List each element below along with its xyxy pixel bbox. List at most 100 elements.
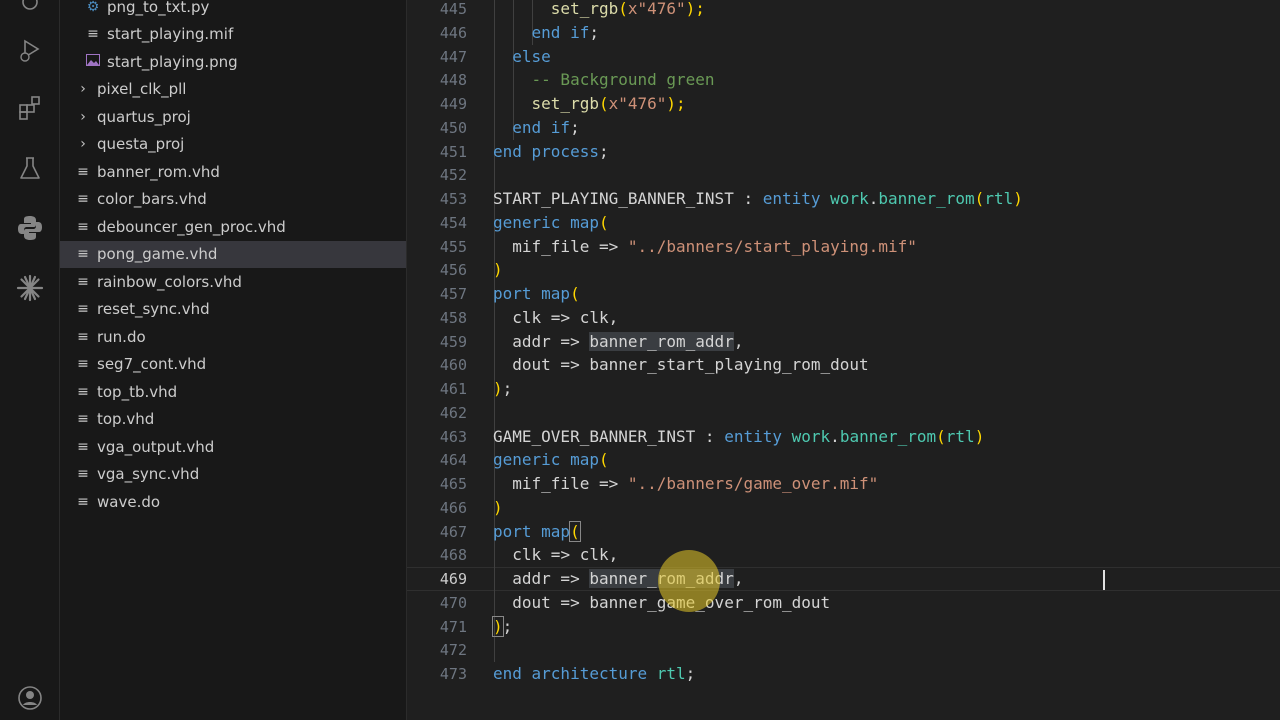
code-token: rtl: [945, 427, 975, 446]
line-number: 472: [439, 641, 467, 659]
explorer-item-start-playing-png[interactable]: start_playing.png: [60, 49, 406, 76]
testing-icon[interactable]: [0, 146, 60, 190]
code-line: generic map(: [493, 211, 609, 235]
code-comment: -- Background green: [493, 70, 715, 89]
python-icon[interactable]: [0, 206, 60, 250]
code-token: (: [974, 189, 985, 208]
code-line: else: [493, 45, 551, 69]
code-token: end if: [493, 118, 571, 137]
code-token: work: [782, 427, 831, 446]
code-token: .: [868, 189, 879, 208]
code-line: dout => banner_start_playing_rom_dout: [493, 353, 868, 377]
code-token: ): [974, 427, 985, 446]
code-editor[interactable]: 445 446 447 448 449 450 451 452 453 454 …: [407, 0, 1280, 720]
explorer-item-seg7-cont[interactable]: ≡ seg7_cont.vhd: [60, 351, 406, 378]
code-token: ;: [685, 664, 696, 683]
code-line: set_rgb(x"476");: [493, 92, 686, 116]
code-line-active: addr => banner_rom_addr,: [493, 567, 743, 591]
file-lines-icon: ≡: [77, 164, 89, 180]
code-token: =>: [589, 237, 628, 256]
code-token: clk: [493, 308, 542, 327]
explorer-item-vga-output[interactable]: ≡ vga_output.vhd: [60, 434, 406, 461]
explorer-item-label: run.do: [97, 328, 146, 346]
code-token: x"476": [608, 94, 667, 113]
run-debug-icon[interactable]: [0, 28, 60, 72]
line-number-active: 469: [439, 570, 467, 588]
explorer-item-rainbow-colors[interactable]: ≡ rainbow_colors.vhd: [60, 269, 406, 296]
explorer-item-top[interactable]: ≡ top.vhd: [60, 406, 406, 433]
extensions-icon[interactable]: [0, 86, 60, 130]
explorer-item-reset-sync[interactable]: ≡ reset_sync.vhd: [60, 296, 406, 323]
explorer-item-label: debouncer_gen_proc.vhd: [97, 218, 286, 236]
code-token: else: [493, 47, 551, 66]
code-token: "../banners/start_playing.mif": [627, 237, 917, 256]
chevron-right-icon: ›: [80, 136, 86, 152]
code-token: =>: [550, 593, 590, 612]
file-lines-icon: ≡: [77, 411, 89, 427]
explorer-item-label: start_playing.mif: [107, 25, 234, 43]
settings-sync-icon[interactable]: [0, 0, 60, 22]
code-token: end if: [493, 23, 590, 42]
file-lines-icon: ≡: [87, 26, 99, 42]
explorer-item-start-playing-mif[interactable]: ≡ start_playing.mif: [60, 21, 406, 48]
code-token: START_PLAYING_BANNER_INST: [493, 189, 734, 208]
code-token: clk: [579, 308, 609, 327]
explorer-item-color-bars[interactable]: ≡ color_bars.vhd: [60, 186, 406, 213]
line-number: 463: [439, 428, 467, 446]
line-number: 473: [439, 665, 467, 683]
code-token: );: [666, 94, 686, 113]
explorer-item-label: png_to_txt.py: [107, 0, 210, 16]
code-token: =>: [589, 474, 628, 493]
line-number: 464: [439, 451, 467, 469]
file-lines-icon: ≡: [77, 191, 89, 207]
code-token: addr: [493, 332, 551, 351]
explorer-item-top-tb[interactable]: ≡ top_tb.vhd: [60, 379, 406, 406]
code-line: addr => banner_rom_addr,: [493, 330, 743, 354]
line-number: 462: [439, 404, 467, 422]
explorer-item-wave-do[interactable]: ≡ wave.do: [60, 489, 406, 516]
explorer-item-run-do[interactable]: ≡ run.do: [60, 324, 406, 351]
sparkle-icon[interactable]: [0, 266, 60, 310]
explorer-item-banner-rom[interactable]: ≡ banner_rom.vhd: [60, 159, 406, 186]
line-number: 470: [439, 594, 467, 612]
line-number: 446: [439, 24, 467, 42]
explorer-item-label: pong_game.vhd: [97, 245, 218, 263]
code-token: ,: [733, 332, 744, 351]
code-token: =>: [550, 569, 590, 588]
line-number: 453: [439, 190, 467, 208]
code-token: "../banners/game_over.mif": [627, 474, 879, 493]
explorer-folder-pixel-clk-pll[interactable]: › pixel_clk_pll: [60, 76, 406, 103]
code-line: START_PLAYING_BANNER_INST : entity work.…: [493, 187, 1023, 211]
code-token: ;: [502, 379, 513, 398]
code-line: mif_file => "../banners/start_playing.mi…: [493, 235, 917, 259]
explorer-item-debouncer[interactable]: ≡ debouncer_gen_proc.vhd: [60, 214, 406, 241]
file-lines-icon: ≡: [77, 494, 89, 510]
explorer-item-pong-game[interactable]: ≡ pong_game.vhd: [60, 241, 406, 268]
code-token: .: [830, 427, 840, 446]
file-lines-icon: ≡: [77, 246, 89, 262]
code-token: (: [598, 213, 609, 232]
explorer-folder-questa-proj[interactable]: › questa_proj: [60, 131, 406, 158]
text-caret: [1103, 570, 1105, 590]
account-icon[interactable]: [0, 676, 60, 720]
code-token: generic map: [493, 450, 599, 469]
code-token: ;: [502, 617, 513, 636]
code-line: end architecture rtl;: [493, 662, 695, 686]
explorer-item-vga-sync[interactable]: ≡ vga_sync.vhd: [60, 461, 406, 488]
explorer-item-png-to-txt[interactable]: ⚙ png_to_txt.py: [60, 0, 406, 21]
code-line: );: [492, 615, 513, 639]
code-area[interactable]: set_rgb(x"476"); end if; else -- Backgro…: [492, 0, 1273, 720]
line-number: 466: [439, 499, 467, 517]
code-token: (: [618, 0, 628, 18]
code-token: clk: [579, 545, 609, 564]
code-token: ;: [570, 118, 580, 137]
file-lines-icon: ≡: [77, 384, 89, 400]
code-token: rtl: [647, 664, 686, 683]
code-line: mif_file => "../banners/game_over.mif": [493, 472, 878, 496]
code-line: );: [493, 377, 512, 401]
code-token: =>: [550, 355, 590, 374]
line-number: 471: [439, 618, 467, 636]
code-line: end if;: [493, 21, 599, 45]
code-token: ,: [733, 569, 744, 588]
explorer-folder-quartus-proj[interactable]: › quartus_proj: [60, 104, 406, 131]
